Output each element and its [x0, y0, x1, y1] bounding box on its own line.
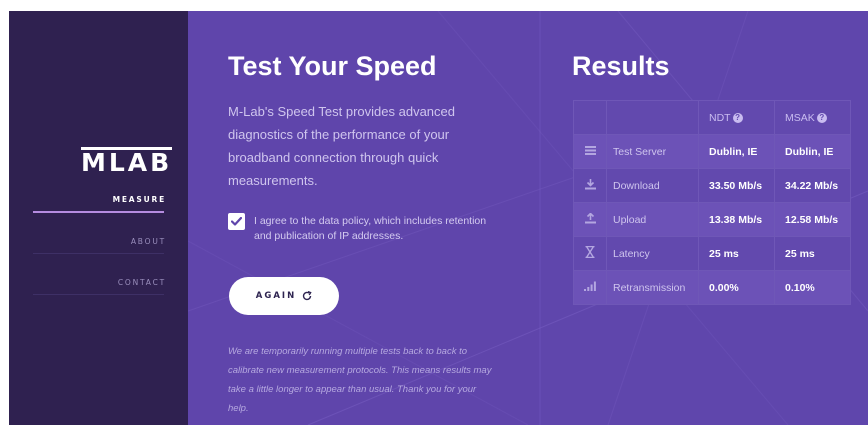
data-policy-label[interactable]: I agree to the data policy, which includ… — [254, 214, 504, 244]
msak-value: 25 ms — [774, 236, 851, 271]
results-title: Results — [572, 51, 670, 81]
table-row: Download 33.50 Mb/s 34.22 Mb/s — [573, 168, 851, 203]
ndt-value: Dublin, IE — [698, 134, 775, 169]
ndt-value: 0.00% — [698, 270, 775, 305]
results-table: NDT? MSAK? Test Server Dublin, IE Dublin… — [573, 100, 851, 305]
msak-value: 0.10% — [774, 270, 851, 305]
data-policy-checkbox[interactable] — [228, 213, 245, 230]
header-label-cell — [606, 100, 699, 135]
row-label: Upload — [606, 202, 699, 237]
msak-value: Dublin, IE — [774, 134, 851, 169]
column-header-msak: MSAK? — [774, 100, 851, 135]
again-button[interactable]: AGAIN — [229, 277, 339, 315]
ndt-value: 13.38 Mb/s — [698, 202, 775, 237]
again-button-label: AGAIN — [255, 291, 297, 301]
nav-about[interactable]: ABOUT — [131, 237, 166, 246]
nav-contact[interactable]: CONTACT — [118, 278, 166, 287]
download-icon — [573, 168, 607, 203]
row-label: Latency — [606, 236, 699, 271]
help-icon[interactable]: ? — [816, 112, 827, 123]
page-title: Test Your Speed — [228, 51, 437, 81]
table-row: Upload 13.38 Mb/s 12.58 Mb/s — [573, 202, 851, 237]
speedtest-description: M-Lab's Speed Test provides advanced dia… — [228, 104, 455, 188]
nav-divider — [33, 294, 164, 295]
nav-divider — [33, 253, 164, 254]
main-panel: Test Your Speed M-Lab's Speed Test provi… — [188, 11, 868, 425]
row-label: Download — [606, 168, 699, 203]
hourglass-icon — [573, 236, 607, 271]
upload-icon — [573, 202, 607, 237]
header-icon-cell — [573, 100, 607, 135]
row-label: Retransmission — [606, 270, 699, 305]
refresh-icon — [303, 291, 312, 301]
ndt-value: 25 ms — [698, 236, 775, 271]
table-row: Retransmission 0.00% 0.10% — [573, 270, 851, 305]
help-icon[interactable]: ? — [732, 112, 743, 123]
app-frame: MLAB MEASURE ABOUT CONTACT Test Your Spe… — [9, 11, 868, 425]
server-icon — [573, 134, 607, 169]
signal-icon — [573, 270, 607, 305]
temporary-notice: We are temporarily running multiple test… — [228, 346, 492, 414]
sidebar: MLAB MEASURE ABOUT CONTACT — [9, 11, 188, 425]
nav-measure[interactable]: MEASURE — [113, 195, 166, 204]
nav-active-indicator — [33, 211, 164, 213]
ndt-value: 33.50 Mb/s — [698, 168, 775, 203]
msak-value: 12.58 Mb/s — [774, 202, 851, 237]
results-header-row: NDT? MSAK? — [573, 100, 851, 135]
column-header-ndt: NDT? — [698, 100, 775, 135]
mlab-logo[interactable]: MLAB — [81, 147, 173, 177]
table-row: Test Server Dublin, IE Dublin, IE — [573, 134, 851, 169]
table-row: Latency 25 ms 25 ms — [573, 236, 851, 271]
checkmark-icon — [231, 217, 242, 226]
msak-value: 34.22 Mb/s — [774, 168, 851, 203]
row-label: Test Server — [606, 134, 699, 169]
